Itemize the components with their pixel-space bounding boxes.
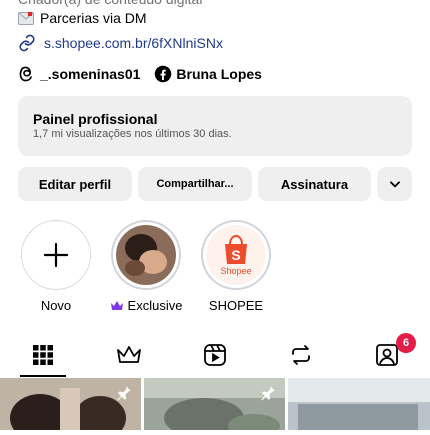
shopee-highlight-circle[interactable]: S Shopee bbox=[201, 220, 271, 290]
pin-icon bbox=[117, 386, 131, 401]
post-image bbox=[288, 378, 430, 430]
shopee-logo: S bbox=[203, 222, 269, 288]
new-highlight-circle[interactable] bbox=[21, 220, 91, 290]
crown-icon bbox=[117, 346, 141, 363]
highlight-shopee[interactable]: S Shopee SHOPEE bbox=[196, 220, 276, 313]
repost-icon bbox=[292, 345, 310, 365]
crown-icon bbox=[110, 301, 123, 310]
tab-reposts[interactable] bbox=[279, 335, 323, 375]
highlight-new[interactable]: Novo bbox=[16, 220, 96, 313]
chevron-down-icon bbox=[389, 181, 400, 188]
post-thumbnail[interactable] bbox=[0, 378, 141, 435]
edit-profile-button[interactable]: Editar perfil bbox=[18, 167, 132, 201]
tagged-icon bbox=[376, 344, 398, 366]
link-icon bbox=[19, 34, 35, 52]
post-thumbnail[interactable] bbox=[144, 378, 285, 435]
professional-dashboard[interactable]: Painel profissional 1,7 mi visualizações… bbox=[18, 96, 412, 156]
envelope-icon bbox=[18, 11, 34, 25]
tagged-count-badge: 6 bbox=[396, 333, 416, 353]
threads-link[interactable]: _.someninas01 bbox=[18, 65, 140, 83]
active-tab-indicator bbox=[20, 375, 66, 377]
highlight-label: Exclusive bbox=[106, 298, 186, 313]
tab-reels[interactable] bbox=[193, 335, 237, 375]
bio-dm-line: Parcerias via DM bbox=[18, 10, 147, 26]
facebook-link[interactable]: Bruna Lopes bbox=[154, 65, 262, 83]
profile-tabs bbox=[0, 335, 430, 377]
share-profile-button[interactable]: Compartilhar... bbox=[138, 167, 252, 201]
subscription-button[interactable]: Assinatura bbox=[258, 167, 371, 201]
exclusive-highlight-circle[interactable] bbox=[111, 220, 181, 290]
tab-grid[interactable] bbox=[21, 335, 65, 375]
grid-icon bbox=[33, 345, 53, 365]
dashboard-title: Painel profissional bbox=[33, 111, 158, 127]
facebook-icon bbox=[155, 65, 172, 83]
highlight-label: SHOPEE bbox=[208, 298, 264, 313]
dashboard-subtitle: 1,7 mi visualizações nos últimos 30 dias… bbox=[33, 128, 232, 140]
tab-subscriptions[interactable] bbox=[107, 335, 151, 375]
more-options-button[interactable] bbox=[377, 167, 412, 201]
svg-text:S: S bbox=[231, 247, 240, 263]
social-links: _.someninas01 Bruna Lopes bbox=[18, 65, 276, 83]
bio-category: Criador(a) de conteúdo digital bbox=[18, 0, 202, 7]
highlight-label: Novo bbox=[40, 298, 72, 313]
story-highlights: Novo Exclusive S Shopee SHOPEE bbox=[0, 220, 430, 320]
threads-icon bbox=[19, 66, 33, 82]
highlight-exclusive[interactable]: Exclusive bbox=[106, 220, 186, 313]
pin-icon bbox=[261, 386, 275, 401]
post-thumbnail[interactable] bbox=[288, 378, 430, 430]
bio-link[interactable]: s.shopee.com.br/6fXNlniSNx bbox=[18, 34, 223, 52]
post-grid bbox=[0, 378, 430, 435]
reels-icon bbox=[204, 344, 226, 366]
highlight-cover-image bbox=[113, 222, 179, 288]
shopee-logo-text: Shopee bbox=[220, 266, 252, 276]
plus-icon bbox=[43, 242, 69, 268]
